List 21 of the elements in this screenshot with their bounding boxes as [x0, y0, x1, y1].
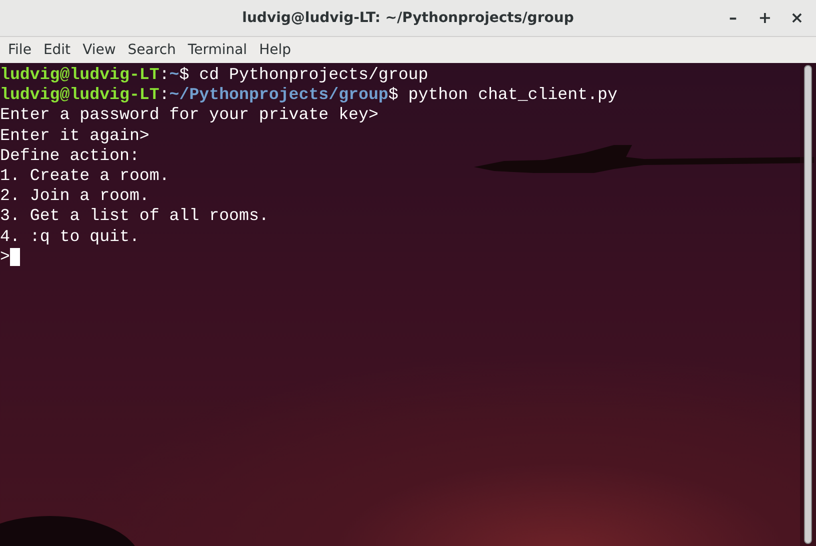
output-line: Enter a password for your private key>	[0, 105, 378, 126]
menu-item[interactable]: Search	[122, 42, 182, 58]
output-line: 2. Join a room.	[0, 186, 150, 206]
maximize-button[interactable]: +	[750, 4, 780, 30]
menu-item[interactable]: Edit	[37, 42, 77, 58]
menu-item[interactable]: Terminal	[182, 42, 254, 58]
window-title: ludvig@ludvig-LT: ~/Pythonprojects/group	[242, 10, 574, 26]
close-button[interactable]: ×	[782, 4, 812, 30]
prompt-line: ludvig@ludvig-LT:~/Pythonprojects/group$ python chat_client.py	[0, 85, 618, 106]
menu-item[interactable]: Help	[253, 42, 297, 58]
menu-item[interactable]: View	[76, 42, 122, 58]
output-line: Define action:	[0, 146, 140, 166]
input-prompt: >	[0, 246, 10, 268]
minimize-button[interactable]: –	[718, 4, 748, 30]
scrollbar[interactable]	[800, 63, 816, 546]
output-line: Enter it again>	[0, 126, 150, 146]
output-line: 4. :q to quit.	[0, 226, 140, 247]
output-line: 3. Get a list of all rooms.	[0, 206, 269, 227]
menu-item[interactable]: File	[2, 42, 38, 58]
prompt-line: ludvig@ludvig-LT:~$ cd Pythonprojects/group	[0, 65, 428, 86]
output-line: 1. Create a room.	[0, 166, 170, 186]
